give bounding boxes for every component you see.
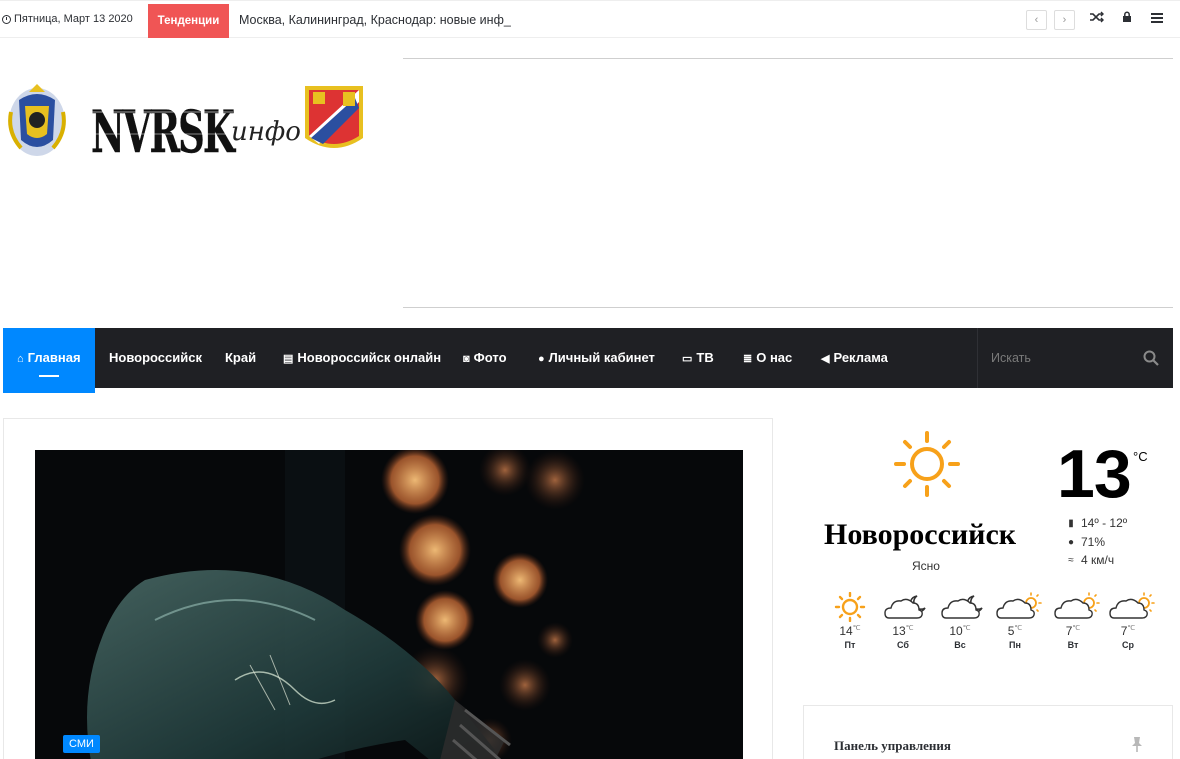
nav-item-personal-cabinet[interactable]: ● Личный кабинет xyxy=(538,328,655,388)
user-icon: ● xyxy=(538,353,545,365)
search-box[interactable]: Искать xyxy=(977,328,1173,388)
coat-of-arms-right-icon xyxy=(305,86,363,148)
date-text: Пятница, Март 13 2020 xyxy=(14,13,133,25)
humidity: ● 71% xyxy=(1067,535,1106,549)
monitor-icon: ▭ xyxy=(682,353,693,365)
nav-item-tv[interactable]: ▭ ТВ xyxy=(682,328,714,388)
weather-city: Новороссийск xyxy=(824,518,1017,551)
sun-icon xyxy=(894,431,960,497)
featured-article-card xyxy=(3,418,773,759)
temperature-unit: °C xyxy=(1133,449,1148,464)
cloud-sun-icon xyxy=(1109,592,1155,619)
home-icon: ⌂ xyxy=(17,353,24,365)
pin-icon[interactable] xyxy=(1130,736,1144,752)
camera-icon: ◙ xyxy=(463,353,470,365)
nav-item-home[interactable]: ⌂ Главная xyxy=(3,328,95,393)
svg-text:NVRSK: NVRSK xyxy=(91,98,237,162)
trending-label: Тенденции xyxy=(148,4,229,38)
humidity-icon: ● xyxy=(1067,536,1075,548)
forecast-day: 14℃ Пт xyxy=(830,592,870,650)
cloud-moon-icon xyxy=(941,595,983,619)
wind-icon: ≈ xyxy=(1068,554,1074,566)
wind-speed: ≈4 км/ч xyxy=(1068,553,1115,567)
control-panel-widget: Панель управления xyxy=(803,705,1173,759)
site-logo[interactable]: NVRSK инфо xyxy=(5,82,365,166)
nav-item-advertising[interactable]: ◀ Реклама xyxy=(821,328,888,388)
search-input[interactable]: Искать xyxy=(991,351,1031,365)
current-date: Пятница, Март 13 2020 xyxy=(2,13,133,25)
header-banner-area xyxy=(403,58,1173,308)
forecast-day: 7℃ Ср xyxy=(1108,592,1155,650)
news-ticker[interactable]: Москва, Калининград, Краснодар: новые ин… xyxy=(239,13,511,27)
category-badge[interactable]: СМИ xyxy=(63,735,100,753)
nav-item-photo[interactable]: ◙ Фото xyxy=(463,328,507,388)
forecast-day: 10℃ Вс xyxy=(940,592,983,650)
cloud-sun-icon xyxy=(996,592,1042,619)
temp-range: ▮ 14º - 12º xyxy=(1068,516,1128,530)
cloud-moon-icon xyxy=(884,595,926,619)
nav-item-about[interactable]: ≣ О нас xyxy=(743,328,792,388)
sun-icon xyxy=(834,592,866,622)
file-icon: ▤ xyxy=(283,353,294,365)
search-icon[interactable] xyxy=(1143,350,1159,366)
weather-condition: Ясно xyxy=(912,559,940,573)
megaphone-icon: ◀ xyxy=(821,353,830,365)
ticker-prev-button[interactable]: ‹ xyxy=(1026,10,1047,30)
forecast-day: 13℃ Сб xyxy=(883,592,926,650)
list-icon: ≣ xyxy=(743,353,753,365)
widget-title: Панель управления xyxy=(834,738,951,753)
svg-text:инфо: инфо xyxy=(231,117,301,147)
cloud-sun-icon xyxy=(1054,592,1100,619)
menu-icon[interactable] xyxy=(1149,11,1165,27)
current-temperature: 13 xyxy=(1057,436,1132,512)
lock-icon[interactable] xyxy=(1119,11,1135,27)
top-bar: Пятница, Март 13 2020 Тенденции Москва, … xyxy=(0,0,1180,38)
forecast-day: 7℃ Вт xyxy=(1053,592,1100,650)
main-navigation: ⌂ Главная Новороссийск Край ▤ Новороссийск… xyxy=(3,328,1173,393)
random-icon[interactable] xyxy=(1089,11,1105,27)
nav-item-novorossiysk-online[interactable]: ▤ Новороссийск онлайн xyxy=(283,328,441,388)
nav-item-novorossiysk[interactable]: Новороссийск xyxy=(109,328,202,388)
clock-icon xyxy=(2,14,11,24)
forecast-day: 5℃ Пн xyxy=(995,592,1042,650)
ticker-next-button[interactable]: › xyxy=(1054,10,1075,30)
article-image[interactable] xyxy=(35,450,743,759)
page: Пятница, Март 13 2020 Тенденции Москва, … xyxy=(0,0,1180,759)
thermometer-icon: ▮ xyxy=(1068,517,1074,529)
nav-item-krai[interactable]: Край xyxy=(225,328,256,388)
coat-of-arms-left-icon xyxy=(8,84,66,156)
